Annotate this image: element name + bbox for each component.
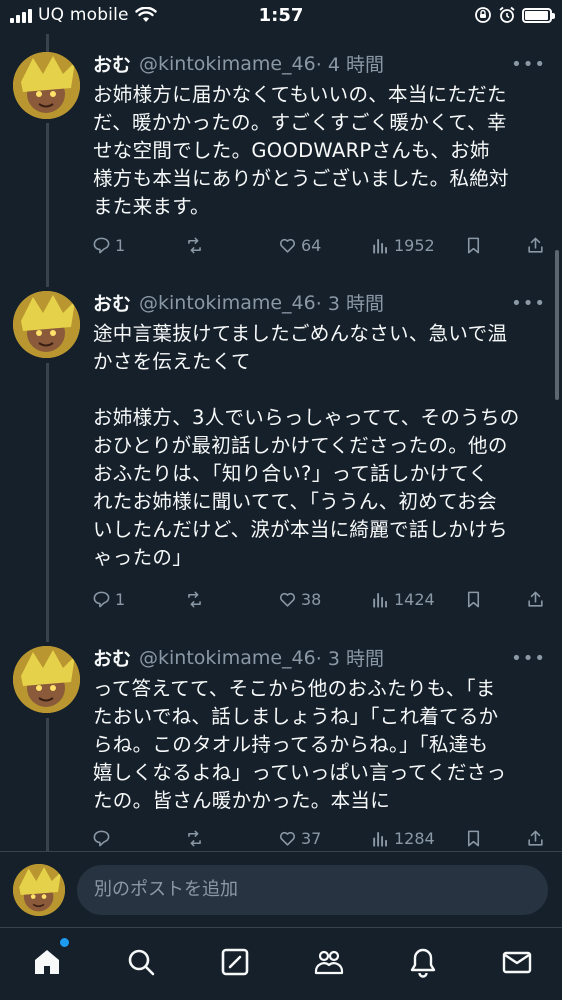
author-name[interactable]: おむ (93, 50, 131, 77)
bookmark-button[interactable] (464, 236, 483, 255)
post-actions: 1 64 1952 (92, 236, 550, 260)
post-actions: 1 38 1424 (92, 590, 550, 614)
view-count: 1284 (394, 829, 435, 848)
tab-notifications[interactable] (405, 944, 441, 980)
post-time: · 3 時間 (315, 293, 384, 315)
repost-icon (188, 591, 201, 608)
like-button[interactable]: 38 (278, 590, 321, 609)
more-options-icon[interactable]: ••• (511, 293, 546, 314)
bookmark-icon (467, 591, 480, 608)
rotation-lock-icon (475, 7, 491, 23)
post[interactable]: おむ @kintokimame_46 · 4 時間 ••• お姉様方に届かなくて… (0, 50, 562, 275)
post-time: · 4 時間 (315, 54, 384, 76)
repost-button[interactable] (185, 236, 204, 255)
share-icon (528, 237, 543, 253)
like-count: 38 (301, 590, 322, 609)
reply-icon (93, 591, 110, 608)
repost-icon (188, 830, 201, 847)
reply-count: 1 (115, 236, 126, 255)
share-button[interactable] (526, 829, 545, 848)
heart-icon (279, 238, 296, 253)
reply-count: 1 (115, 590, 126, 609)
heart-icon (279, 592, 296, 607)
post-text: 途中言葉抜けてましたごめんなさい、急いで温 かさを伝えたくて お姉様方、3人でい… (93, 322, 520, 569)
mail-icon (502, 951, 532, 974)
avatar[interactable] (13, 52, 80, 119)
views-icon (373, 832, 387, 847)
author-handle[interactable]: @kintokimame_46 (139, 647, 316, 669)
share-icon (528, 830, 543, 846)
author-handle[interactable]: @kintokimame_46 (139, 292, 316, 314)
views-button[interactable]: 1284 (371, 829, 435, 848)
tab-search[interactable] (123, 944, 159, 980)
like-count: 64 (301, 236, 322, 255)
tab-communities[interactable] (311, 944, 347, 980)
communities-icon (314, 950, 344, 975)
reply-icon (93, 237, 110, 254)
more-options-icon[interactable]: ••• (511, 54, 546, 75)
post-text: って答えてて、そこから他のおふたりも、「ま たおいでね、話しましょうね」「これ着… (93, 677, 507, 812)
reply-button[interactable] (92, 829, 115, 848)
share-icon (528, 591, 543, 607)
author-handle[interactable]: @kintokimame_46 (139, 53, 316, 75)
bookmark-button[interactable] (464, 590, 483, 609)
repost-button[interactable] (185, 590, 204, 609)
repost-icon (188, 237, 201, 254)
author-name[interactable]: おむ (93, 289, 131, 316)
bookmark-icon (467, 830, 480, 847)
tab-home[interactable] (29, 938, 69, 980)
status-bar: UQ mobile 1:57 (0, 0, 562, 34)
tab-compose[interactable] (217, 944, 253, 980)
views-icon (373, 239, 387, 254)
views-button[interactable]: 1424 (371, 590, 435, 609)
notification-dot (60, 938, 69, 947)
post[interactable]: おむ @kintokimame_46 · 3 時間 ••• って答えてて、そこか… (0, 644, 562, 854)
post-actions: 37 1284 (92, 829, 550, 853)
like-button[interactable]: 64 (278, 236, 321, 255)
reply-icon (93, 830, 110, 847)
bookmark-button[interactable] (464, 829, 483, 848)
share-button[interactable] (526, 236, 545, 255)
bell-icon (410, 948, 436, 978)
view-count: 1952 (394, 236, 435, 255)
reply-button[interactable]: 1 (92, 590, 125, 609)
more-options-icon[interactable]: ••• (511, 648, 546, 669)
avatar[interactable] (13, 864, 65, 916)
post-text: お姉様方に届かなくてもいいの、本当にただた だ、暖かかったの。すごくすごく暖かく… (93, 83, 509, 218)
like-button[interactable]: 37 (278, 829, 321, 848)
post-time: · 3 時間 (315, 648, 384, 670)
post[interactable]: おむ @kintokimame_46 · 3 時間 ••• 途中言葉抜けてました… (0, 289, 562, 619)
avatar[interactable] (13, 646, 80, 713)
bottom-tab-bar (0, 927, 562, 1000)
bookmark-icon (467, 237, 480, 254)
view-count: 1424 (394, 590, 435, 609)
views-icon (373, 593, 387, 608)
add-post-input[interactable]: 別のポストを追加 (77, 865, 548, 915)
tab-messages[interactable] (499, 944, 535, 980)
like-count: 37 (301, 829, 322, 848)
avatar[interactable] (13, 291, 80, 358)
home-icon (35, 950, 59, 974)
share-button[interactable] (526, 590, 545, 609)
scrollbar[interactable] (555, 250, 559, 400)
search-icon (128, 949, 155, 976)
reply-button[interactable]: 1 (92, 236, 125, 255)
views-button[interactable]: 1952 (371, 236, 435, 255)
compose-icon (221, 948, 249, 976)
battery-icon (522, 7, 555, 23)
repost-button[interactable] (185, 829, 204, 848)
alarm-icon (499, 6, 515, 23)
author-name[interactable]: おむ (93, 644, 131, 671)
heart-icon (279, 831, 296, 846)
compose-bar: 別のポストを追加 (0, 851, 562, 927)
